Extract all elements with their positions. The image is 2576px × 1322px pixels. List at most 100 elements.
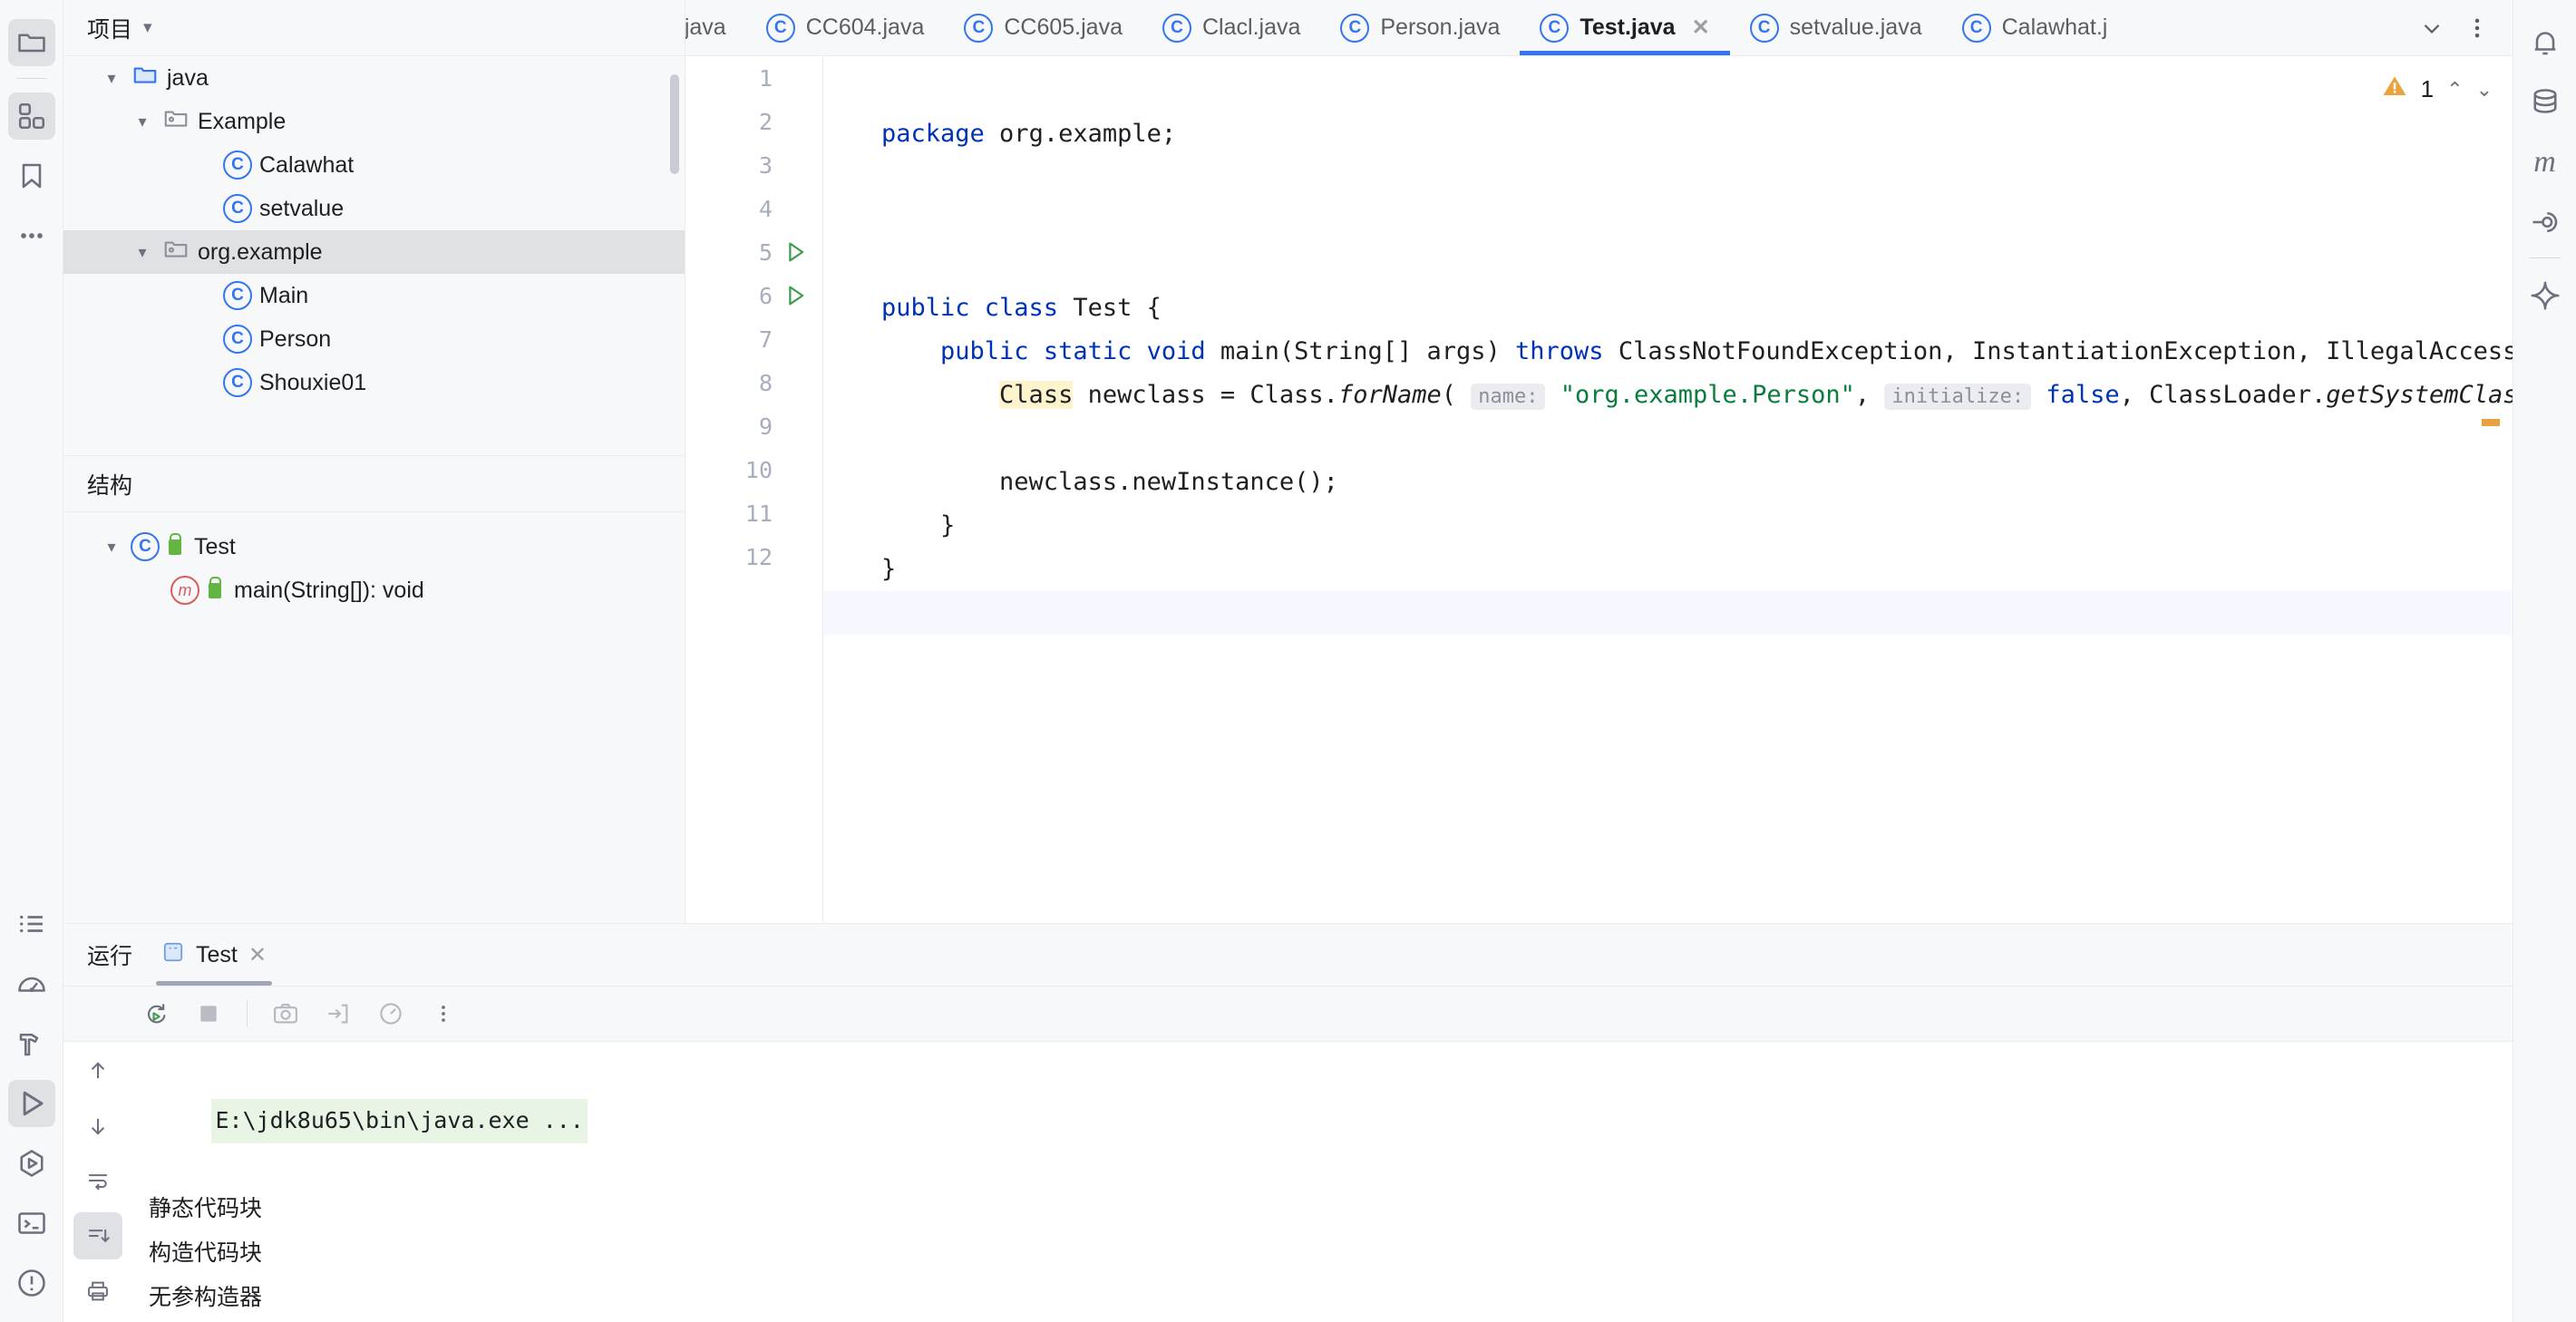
- scroll-to-end-button[interactable]: [73, 1211, 122, 1260]
- code-line[interactable]: newclass.newInstance();: [823, 461, 2513, 504]
- editor-tab[interactable]: p.java: [685, 0, 746, 55]
- project-tree[interactable]: ▾java▾Example▾CCalawhat▾Csetvalue▾org.ex…: [63, 56, 685, 455]
- expand-toggle-icon[interactable]: ▾: [127, 112, 158, 131]
- run-gutter-icon[interactable]: [773, 282, 818, 309]
- bookmark-icon: [15, 160, 48, 192]
- code-line[interactable]: [823, 417, 2513, 461]
- profiler-tool-window-button[interactable]: [8, 960, 55, 1007]
- class-icon: C: [223, 194, 252, 223]
- run-tab-label: Test: [196, 941, 238, 967]
- editor-tab[interactable]: C Clacl.java: [1142, 0, 1320, 55]
- next-problem-button[interactable]: ⌄: [2476, 78, 2493, 102]
- more-tool-windows-button[interactable]: [8, 212, 55, 259]
- editor-tab[interactable]: C Calawhat.j: [1942, 0, 2128, 55]
- project-tree-node[interactable]: ▾ java: [63, 56, 685, 100]
- profile-button[interactable]: [367, 993, 414, 1035]
- line-number: 10: [744, 456, 773, 483]
- gutter-line: 7: [685, 317, 822, 361]
- code-line[interactable]: [823, 243, 2513, 287]
- console-command: E:\jdk8u65\bin\java.exe ...: [211, 1098, 588, 1143]
- run-tool-window-button[interactable]: [7, 1080, 55, 1127]
- code-line[interactable]: [823, 156, 2513, 199]
- editor-tab[interactable]: C CC604.java: [746, 0, 945, 55]
- editor-warning-stripe[interactable]: [2482, 419, 2500, 426]
- gutter-line: 4: [685, 187, 822, 230]
- bookmarks-tool-window-button[interactable]: [8, 152, 55, 199]
- todo-tool-window-button[interactable]: [8, 900, 55, 948]
- tab-options-menu-button[interactable]: [2456, 7, 2498, 49]
- project-tree-node[interactable]: ▾ Example: [63, 100, 685, 143]
- editor-tab[interactable]: C Test.java ✕: [1520, 0, 1730, 55]
- line-number: 8: [758, 369, 773, 396]
- screenshot-button[interactable]: [262, 993, 309, 1035]
- gutter-line: 11: [685, 491, 822, 535]
- expand-toggle-icon[interactable]: ▾: [96, 69, 127, 88]
- project-tree-node[interactable]: ▾CCalawhat: [63, 143, 685, 187]
- services-icon: [15, 1147, 48, 1180]
- editor-tab-bar: p.javaCCC604.javaCCC605.javaCClacl.javaC…: [685, 0, 2513, 56]
- code-line[interactable]: Class newclass = Class.forName( name: "o…: [823, 374, 2513, 417]
- prev-problem-button[interactable]: ⌃: [2446, 78, 2463, 102]
- tab-list-dropdown-button[interactable]: [2411, 7, 2453, 49]
- problems-tool-window-button[interactable]: [8, 1259, 55, 1307]
- terminal-tool-window-button[interactable]: [8, 1200, 55, 1247]
- database-tool-window-button[interactable]: [2522, 79, 2569, 126]
- expand-toggle-icon[interactable]: ▾: [127, 243, 158, 262]
- class-icon: C: [223, 325, 252, 354]
- project-tree-node[interactable]: ▾Csetvalue: [63, 187, 685, 230]
- rerun-button[interactable]: [132, 993, 180, 1035]
- console-output[interactable]: E:\jdk8u65\bin\java.exe ... 静态代码块 构造代码块 无参…: [132, 1042, 2513, 1322]
- run-tool-window: 运行 Test ✕ E:\jdk8u65\bin\java.exe ... 静态…: [63, 923, 2513, 1322]
- editor-tab[interactable]: C Person.java: [1320, 0, 1520, 55]
- project-tool-window-button[interactable]: [7, 19, 55, 66]
- chevron-down-icon[interactable]: ▾: [143, 19, 152, 36]
- close-icon[interactable]: ✕: [1692, 15, 1710, 41]
- stop-button[interactable]: [185, 993, 232, 1035]
- gutter-line: 6: [685, 274, 822, 317]
- project-tree-node[interactable]: ▾CShouxie01: [63, 361, 685, 404]
- project-tree-node[interactable]: ▾CMain: [63, 274, 685, 317]
- inspection-widget[interactable]: 1 ⌃ ⌄: [2381, 73, 2493, 106]
- soft-wrap-button[interactable]: [73, 1157, 122, 1205]
- maven-tool-window-button[interactable]: m: [2522, 139, 2569, 186]
- editor-tab[interactable]: C CC605.java: [944, 0, 1142, 55]
- editor-tab-label: CC604.java: [805, 15, 925, 40]
- export-button[interactable]: [315, 993, 362, 1035]
- project-tree-node[interactable]: ▾ org.example: [63, 230, 685, 274]
- code-line[interactable]: [823, 199, 2513, 243]
- structure-tree-node[interactable]: ▾mmain(String[]): void: [63, 569, 685, 612]
- code-line[interactable]: }: [823, 504, 2513, 548]
- scroll-up-button[interactable]: [73, 1047, 122, 1095]
- run-configuration-tab[interactable]: Test ✕: [156, 924, 272, 986]
- code-line[interactable]: public class Test {: [823, 287, 2513, 330]
- project-tree-node[interactable]: ▾CPerson: [63, 317, 685, 361]
- code-line[interactable]: }: [823, 548, 2513, 591]
- services-tool-window-button[interactable]: [8, 1140, 55, 1187]
- structure-tree[interactable]: ▾C Test▾ m main(String[]): void: [63, 512, 685, 612]
- gradle-tool-window-button[interactable]: [2522, 199, 2569, 246]
- run-gutter-icon[interactable]: [773, 238, 818, 266]
- editor-tab[interactable]: Csetvalue.java: [1730, 0, 1942, 55]
- ai-assistant-button[interactable]: [2522, 272, 2569, 319]
- notifications-button[interactable]: [2522, 19, 2569, 66]
- gauge-icon: [15, 967, 48, 1000]
- code-line[interactable]: package org.example;: [823, 112, 2513, 156]
- close-icon[interactable]: ✕: [248, 942, 267, 968]
- folder-blue-icon: [131, 62, 159, 95]
- code-line[interactable]: [823, 591, 2513, 635]
- line-number: 5: [758, 238, 773, 266]
- code-line[interactable]: public static void main(String[] args) t…: [823, 330, 2513, 374]
- run-more-options-button[interactable]: [420, 993, 467, 1035]
- editor-tab-label: Clacl.java: [1202, 15, 1301, 40]
- expand-toggle-icon[interactable]: ▾: [96, 538, 127, 557]
- run-config-icon: [161, 940, 185, 970]
- class-icon: C: [131, 532, 160, 561]
- structure-tool-window-button[interactable]: [7, 92, 55, 140]
- build-tool-window-button[interactable]: [8, 1020, 55, 1067]
- print-button[interactable]: [73, 1267, 122, 1315]
- gutter-line: 12: [685, 535, 822, 578]
- line-number: 2: [758, 108, 773, 135]
- scroll-down-button[interactable]: [73, 1103, 122, 1151]
- project-tree-scrollbar[interactable]: [670, 74, 679, 174]
- structure-tree-node[interactable]: ▾ C Test: [63, 525, 685, 569]
